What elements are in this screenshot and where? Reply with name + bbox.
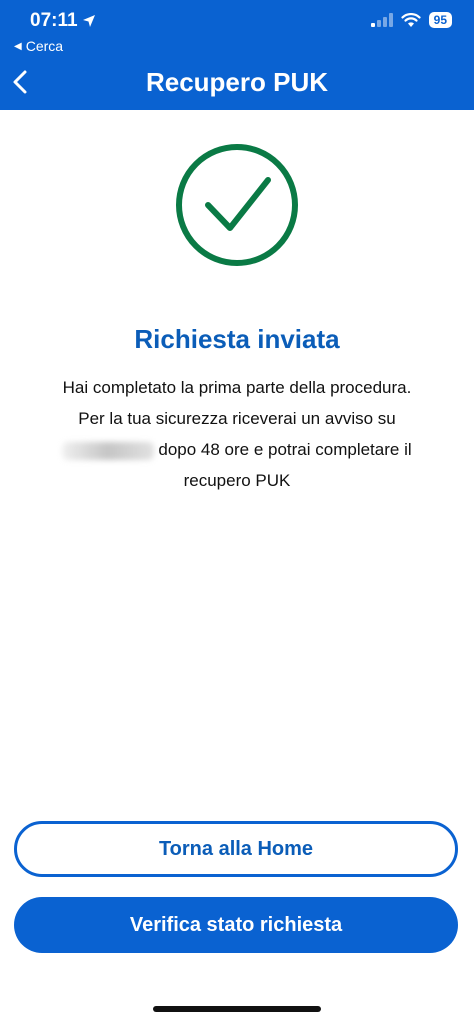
battery-indicator: 95 (428, 12, 452, 28)
message-line: Hai completato la prima parte della proc… (62, 378, 412, 397)
page-title: Recupero PUK (145, 67, 329, 97)
cellular-signal-icon (370, 13, 393, 27)
back-triangle-icon: ◀ (14, 40, 22, 52)
home-button[interactable]: Torna alla Home (14, 821, 458, 877)
success-title: Richiesta inviata (134, 324, 340, 354)
success-message: Hai completato la prima parte della proc… (30, 372, 444, 496)
status-time: 07:11 (30, 10, 96, 32)
message-line-with-contact: dopo 48 ore e potrai completare il (30, 434, 444, 465)
back-button[interactable] (8, 66, 32, 98)
back-app-label: Cerca (25, 38, 64, 54)
app-header: 07:11 ◀ Cerca 95 Recupero PUK (0, 0, 474, 110)
home-indicator[interactable] (153, 1006, 321, 1012)
verify-status-button[interactable]: Verifica stato richiesta (14, 897, 458, 953)
message-line: recupero PUK (183, 471, 291, 490)
message-line: Per la tua sicurezza riceverai un avviso… (78, 409, 396, 428)
redacted-contact (62, 441, 155, 460)
message-line: dopo 48 ore e potrai completare il (158, 440, 412, 459)
chevron-left-icon (13, 70, 27, 94)
back-to-app-link[interactable]: ◀ Cerca (14, 38, 63, 54)
wifi-icon (401, 12, 421, 27)
status-time-label: 07:11 (30, 10, 78, 31)
status-indicators: 95 (370, 12, 452, 28)
check-circle-icon (176, 144, 298, 266)
location-arrow-icon (82, 15, 95, 27)
